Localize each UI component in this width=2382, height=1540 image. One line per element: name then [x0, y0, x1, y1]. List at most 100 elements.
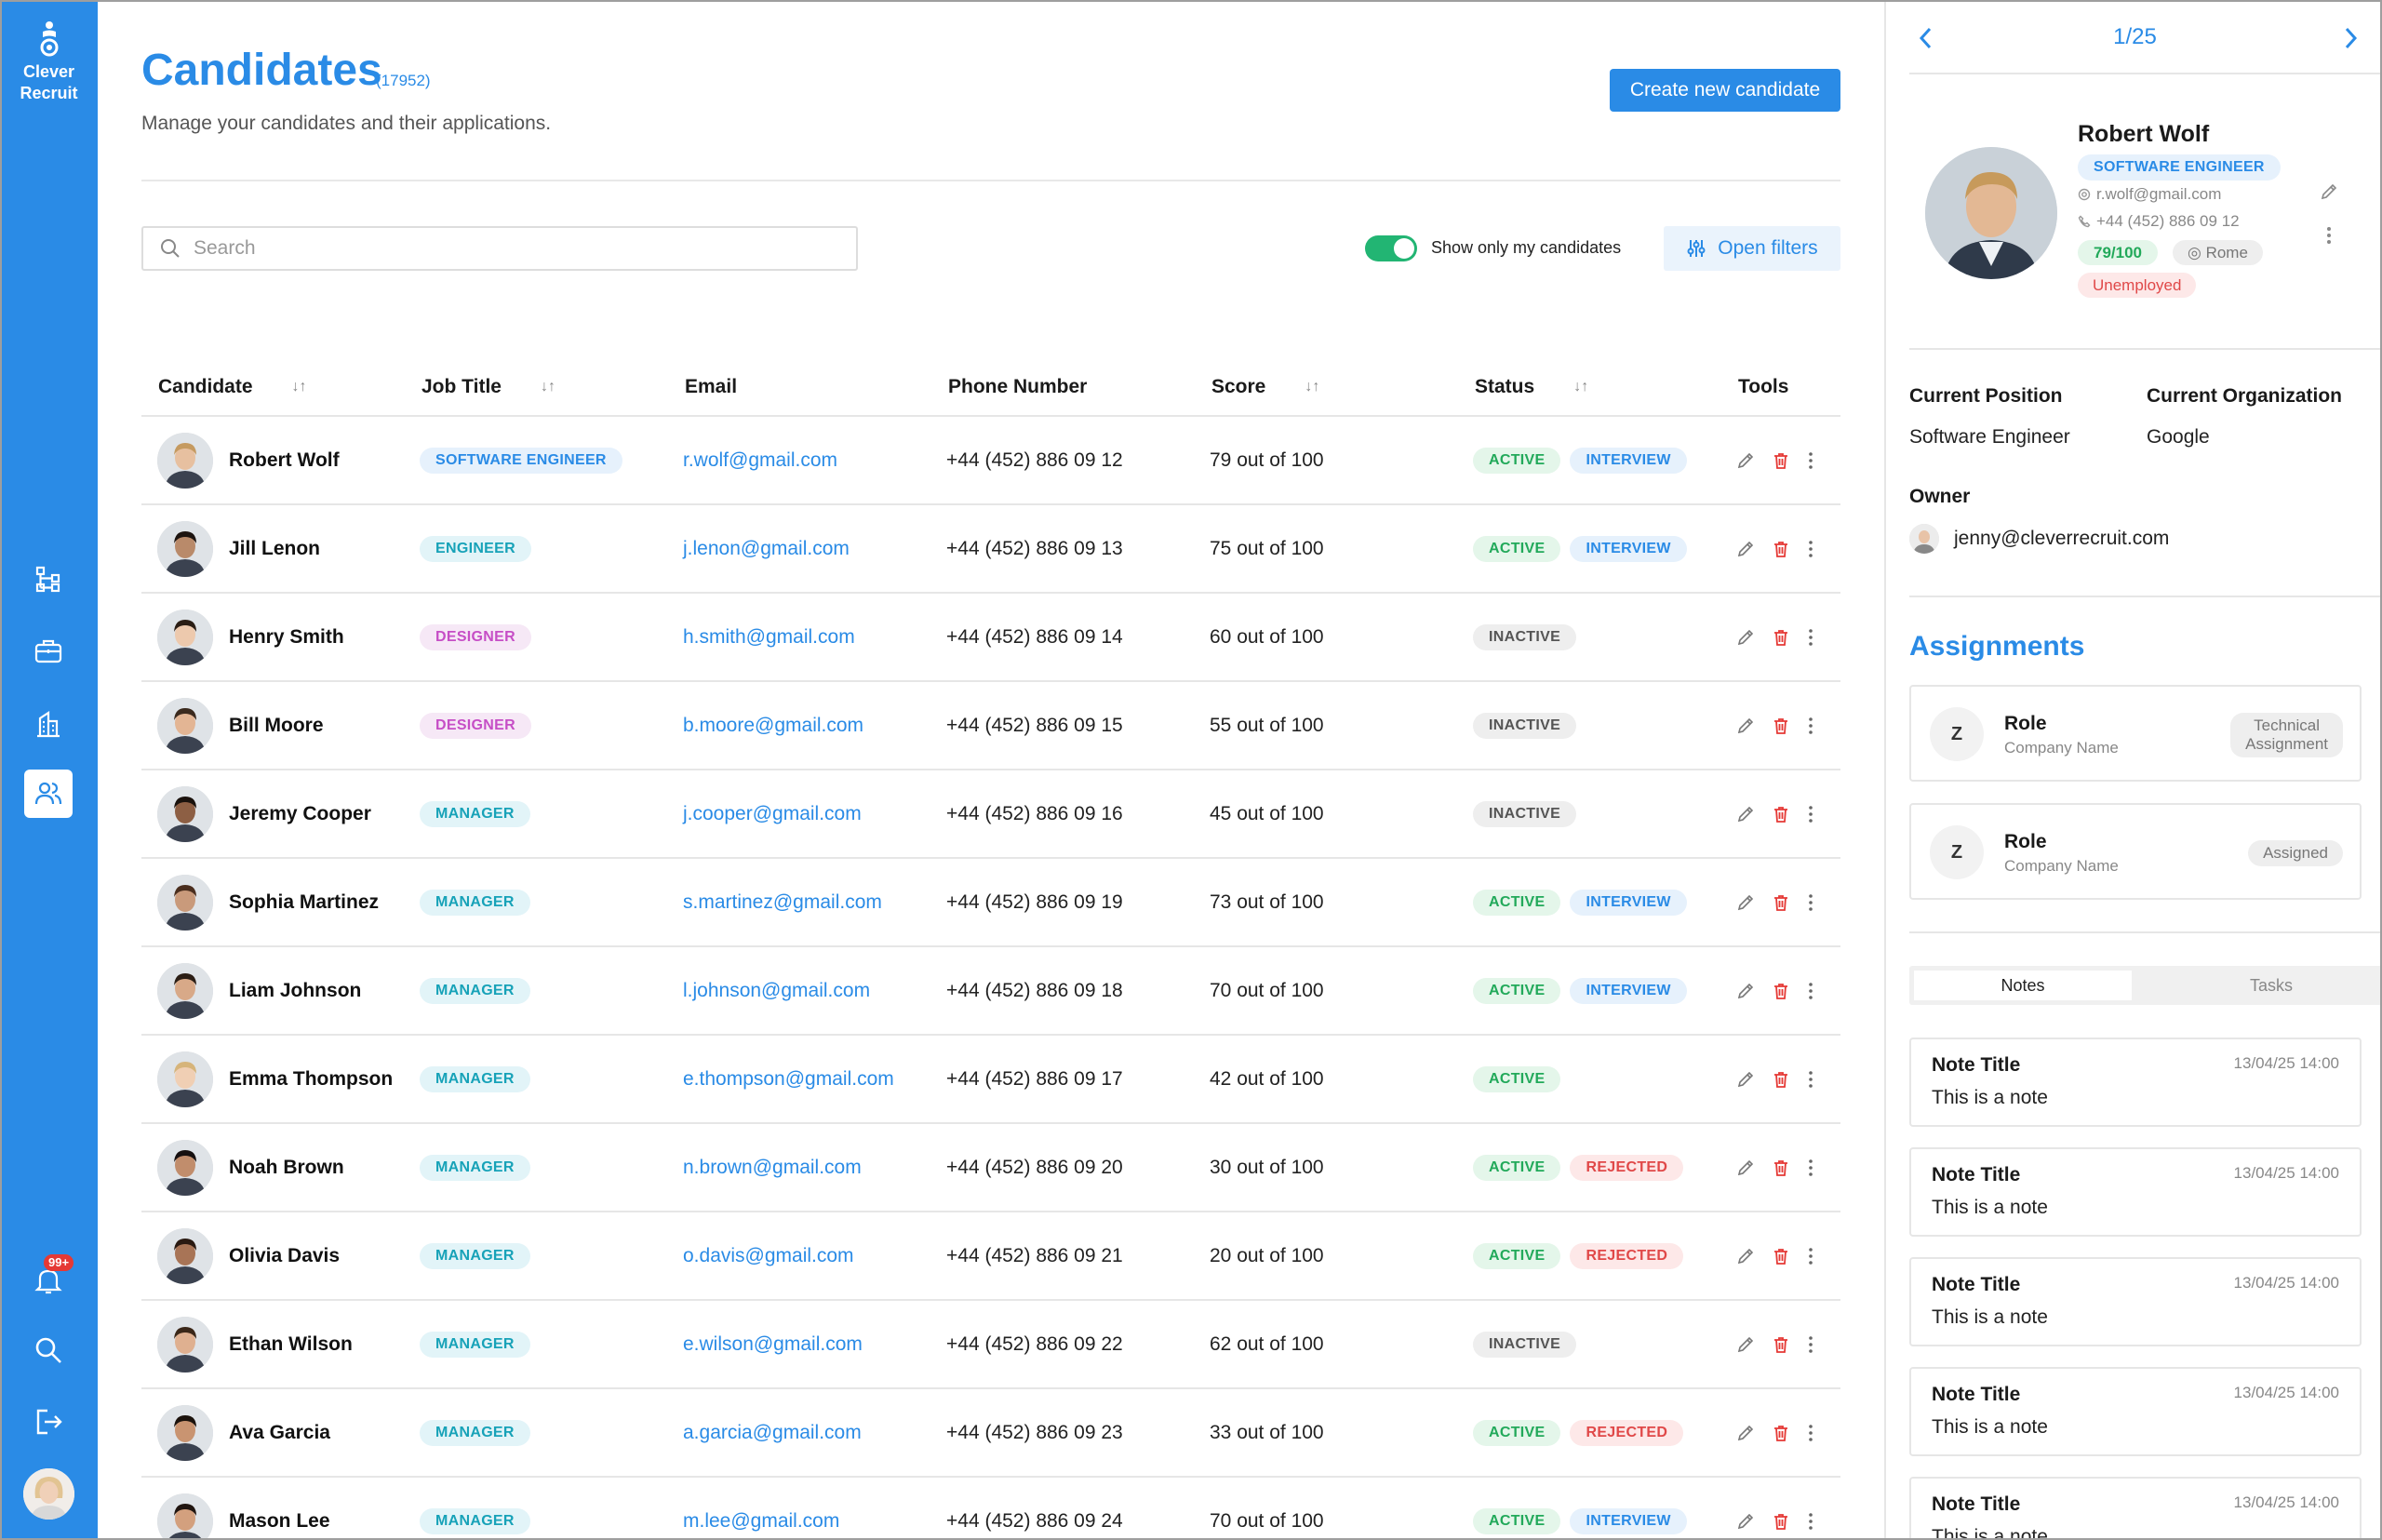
note-card[interactable]: Note Title 13/04/25 14:00 This is a note: [1909, 1257, 2362, 1346]
edit-icon[interactable]: [1736, 805, 1755, 824]
more-options-icon[interactable]: [1807, 716, 1814, 735]
edit-icon[interactable]: [1736, 1335, 1755, 1354]
candidate-email-link[interactable]: n.brown@gmail.com: [683, 1124, 862, 1211]
more-options-icon[interactable]: [2325, 225, 2333, 246]
more-options-icon[interactable]: [1807, 893, 1814, 912]
candidate-name[interactable]: Sophia Martinez: [229, 859, 379, 945]
note-card[interactable]: Note Title 13/04/25 14:00 This is a note: [1909, 1477, 2362, 1540]
candidate-email-link[interactable]: j.cooper@gmail.com: [683, 770, 862, 857]
chevron-right-icon[interactable]: [2338, 24, 2362, 52]
column-header-job-title[interactable]: Job Title ↓↑: [422, 376, 555, 398]
candidate-email-link[interactable]: b.moore@gmail.com: [683, 682, 863, 769]
edit-icon[interactable]: [1736, 1158, 1755, 1177]
candidate-name[interactable]: Ethan Wilson: [229, 1301, 353, 1387]
more-options-icon[interactable]: [1807, 540, 1814, 558]
candidate-name[interactable]: Noah Brown: [229, 1124, 344, 1211]
candidate-email-link[interactable]: l.johnson@gmail.com: [683, 947, 870, 1034]
table-row[interactable]: Jeremy Cooper MANAGER j.cooper@gmail.com…: [141, 770, 1840, 859]
candidate-email-link[interactable]: a.garcia@gmail.com: [683, 1389, 862, 1476]
sort-icon[interactable]: ↓↑: [541, 379, 555, 395]
sidebar-item-companies[interactable]: [24, 700, 73, 748]
candidate-email-link[interactable]: j.lenon@gmail.com: [683, 505, 850, 592]
create-candidate-button[interactable]: Create new candidate: [1610, 69, 1840, 112]
more-options-icon[interactable]: [1807, 1158, 1814, 1177]
more-options-icon[interactable]: [1807, 805, 1814, 824]
table-row[interactable]: Sophia Martinez MANAGER s.martinez@gmail…: [141, 859, 1840, 947]
more-options-icon[interactable]: [1807, 451, 1814, 470]
table-row[interactable]: Emma Thompson MANAGER e.thompson@gmail.c…: [141, 1036, 1840, 1124]
table-row[interactable]: Liam Johnson MANAGER l.johnson@gmail.com…: [141, 947, 1840, 1036]
candidate-email[interactable]: r.wolf@gmail.com: [2078, 185, 2221, 204]
sort-icon[interactable]: ↓↑: [1305, 379, 1319, 395]
table-row[interactable]: Olivia Davis MANAGER o.davis@gmail.com +…: [141, 1212, 1840, 1301]
more-options-icon[interactable]: [1807, 1424, 1814, 1442]
column-header-status[interactable]: Status ↓↑: [1475, 376, 1588, 398]
candidate-name[interactable]: Henry Smith: [229, 594, 344, 680]
table-row[interactable]: Robert Wolf SOFTWARE ENGINEER r.wolf@gma…: [141, 417, 1840, 505]
sidebar-item-logout[interactable]: [24, 1398, 73, 1446]
search-input[interactable]: [194, 237, 826, 260]
table-row[interactable]: Henry Smith DESIGNER h.smith@gmail.com +…: [141, 594, 1840, 682]
candidate-email-link[interactable]: h.smith@gmail.com: [683, 594, 855, 680]
delete-icon[interactable]: [1772, 628, 1790, 647]
note-card[interactable]: Note Title 13/04/25 14:00 This is a note: [1909, 1147, 2362, 1237]
delete-icon[interactable]: [1772, 1424, 1790, 1442]
my-candidates-toggle[interactable]: [1365, 235, 1417, 261]
edit-icon[interactable]: [1736, 1247, 1755, 1265]
sidebar-item-search[interactable]: [24, 1326, 73, 1374]
delete-icon[interactable]: [1772, 1070, 1790, 1089]
table-row[interactable]: Noah Brown MANAGER n.brown@gmail.com +44…: [141, 1124, 1840, 1212]
tab-notes[interactable]: Notes: [1914, 971, 2132, 1000]
sidebar-item-candidates[interactable]: [24, 770, 73, 818]
table-row[interactable]: Bill Moore DESIGNER b.moore@gmail.com +4…: [141, 682, 1840, 770]
candidate-email-link[interactable]: e.wilson@gmail.com: [683, 1301, 863, 1387]
edit-icon[interactable]: [1736, 982, 1755, 1000]
delete-icon[interactable]: [1772, 805, 1790, 824]
column-header-score[interactable]: Score ↓↑: [1211, 376, 1319, 398]
sidebar-item-jobs[interactable]: [24, 627, 73, 676]
delete-icon[interactable]: [1772, 451, 1790, 470]
edit-icon[interactable]: [1736, 451, 1755, 470]
candidate-name[interactable]: Liam Johnson: [229, 947, 361, 1034]
candidate-email-link[interactable]: r.wolf@gmail.com: [683, 417, 837, 503]
candidate-name[interactable]: Bill Moore: [229, 682, 324, 769]
sort-icon[interactable]: ↓↑: [292, 379, 307, 395]
candidate-email-link[interactable]: o.davis@gmail.com: [683, 1212, 854, 1299]
edit-icon[interactable]: [2320, 182, 2338, 201]
candidate-email-link[interactable]: s.martinez@gmail.com: [683, 859, 882, 945]
candidate-name[interactable]: Robert Wolf: [229, 417, 340, 503]
delete-icon[interactable]: [1772, 893, 1790, 912]
more-options-icon[interactable]: [1807, 628, 1814, 647]
brand-logo[interactable]: Clever Recruit: [0, 20, 98, 104]
sidebar-item-hierarchy[interactable]: [24, 555, 73, 603]
delete-icon[interactable]: [1772, 1335, 1790, 1354]
edit-icon[interactable]: [1736, 1424, 1755, 1442]
assignment-card[interactable]: Z Role Company Name Technical Assignment: [1909, 685, 2362, 782]
open-filters-button[interactable]: Open filters: [1664, 226, 1840, 271]
delete-icon[interactable]: [1772, 716, 1790, 735]
sort-icon[interactable]: ↓↑: [1573, 379, 1588, 395]
edit-icon[interactable]: [1736, 540, 1755, 558]
more-options-icon[interactable]: [1807, 1512, 1814, 1531]
more-options-icon[interactable]: [1807, 1070, 1814, 1089]
column-header-candidate[interactable]: Candidate ↓↑: [158, 376, 307, 398]
table-row[interactable]: Ethan Wilson MANAGER e.wilson@gmail.com …: [141, 1301, 1840, 1389]
candidate-phone[interactable]: +44 (452) 886 09 12: [2078, 212, 2240, 231]
edit-icon[interactable]: [1736, 893, 1755, 912]
candidate-name[interactable]: Mason Lee: [229, 1478, 330, 1540]
note-card[interactable]: Note Title 13/04/25 14:00 This is a note: [1909, 1367, 2362, 1456]
candidate-email-link[interactable]: e.thompson@gmail.com: [683, 1036, 894, 1122]
table-row[interactable]: Ava Garcia MANAGER a.garcia@gmail.com +4…: [141, 1389, 1840, 1478]
candidate-name[interactable]: Emma Thompson: [229, 1036, 393, 1122]
delete-icon[interactable]: [1772, 1158, 1790, 1177]
table-row[interactable]: Jill Lenon ENGINEER j.lenon@gmail.com +4…: [141, 505, 1840, 594]
owner-email[interactable]: jenny@cleverrecruit.com: [1954, 528, 2169, 550]
more-options-icon[interactable]: [1807, 1335, 1814, 1354]
delete-icon[interactable]: [1772, 982, 1790, 1000]
search-box[interactable]: [141, 226, 858, 271]
delete-icon[interactable]: [1772, 540, 1790, 558]
edit-icon[interactable]: [1736, 628, 1755, 647]
note-card[interactable]: Note Title 13/04/25 14:00 This is a note: [1909, 1038, 2362, 1127]
edit-icon[interactable]: [1736, 1070, 1755, 1089]
candidate-name[interactable]: Olivia Davis: [229, 1212, 340, 1299]
